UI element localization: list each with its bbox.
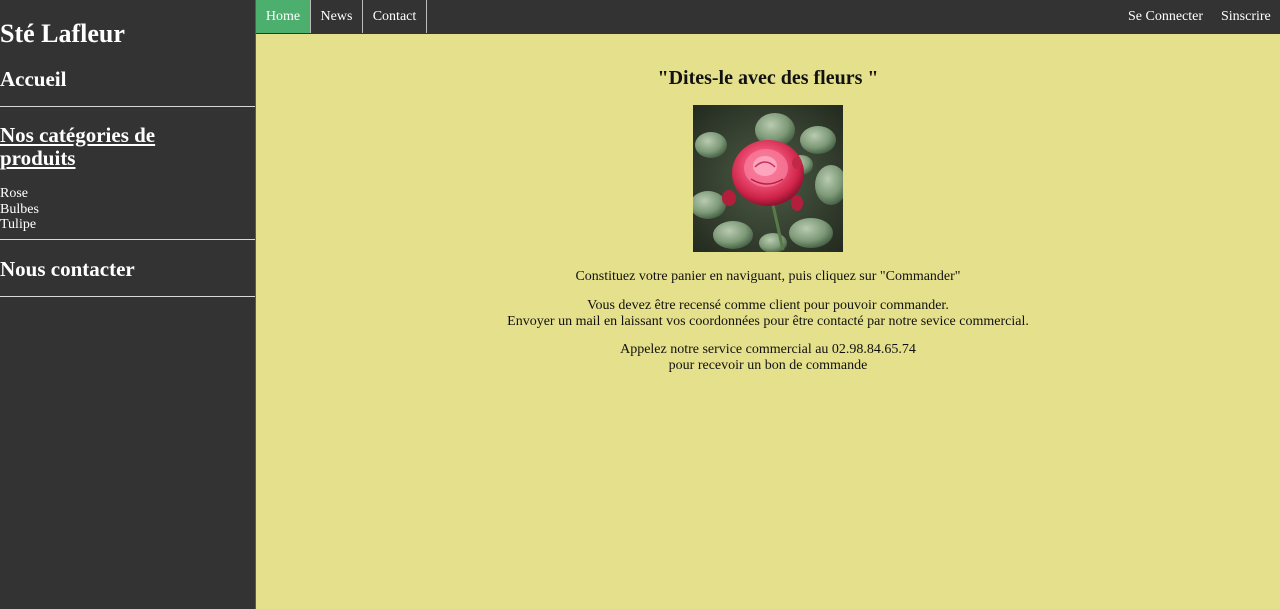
site-title: Sté Lafleur xyxy=(0,19,125,48)
category-item-tulipe[interactable]: Tulipe xyxy=(0,217,39,233)
phone-paragraph: Appelez notre service commercial au 02.9… xyxy=(256,342,1280,374)
sidebar: Sté Lafleur Accueil Nos catégories de pr… xyxy=(0,0,256,609)
categories-heading-link[interactable]: Nos catégories de produits xyxy=(0,124,200,170)
top-navbar: Home News Contact Se Connecter Sinscrire xyxy=(256,0,1280,34)
sidebar-item-home[interactable]: Accueil xyxy=(0,66,66,92)
slogan-heading: "Dites-le avec des fleurs " xyxy=(657,67,879,89)
intro-paragraph: Constituez votre panier en naviguant, pu… xyxy=(575,269,961,284)
tab-contact[interactable]: Contact xyxy=(363,0,427,33)
divider xyxy=(0,106,255,107)
divider xyxy=(0,239,255,240)
client-info-paragraph: Vous devez être recensé comme client pou… xyxy=(256,298,1280,330)
category-list: Rose Bulbes Tulipe xyxy=(0,186,39,233)
category-item-rose[interactable]: Rose xyxy=(0,186,39,202)
client-info-line-1: Vous devez être recensé comme client pou… xyxy=(587,298,949,313)
client-info-line-2: Envoyer un mail en laissant vos coordonn… xyxy=(507,314,1029,329)
divider xyxy=(0,296,255,297)
rose-image xyxy=(693,105,843,252)
phone-line-2: pour recevoir un bon de commande xyxy=(668,358,868,373)
tab-news[interactable]: News xyxy=(311,0,363,33)
login-link[interactable]: Se Connecter xyxy=(1128,0,1203,33)
tab-home[interactable]: Home xyxy=(256,0,311,33)
category-item-bulbes[interactable]: Bulbes xyxy=(0,202,39,218)
sidebar-item-contact[interactable]: Nous contacter xyxy=(0,256,135,282)
signup-link[interactable]: Sinscrire xyxy=(1221,0,1271,33)
main-content: "Dites-le avec des fleurs " Constituez v… xyxy=(256,34,1280,609)
phone-line-1: Appelez notre service commercial au 02.9… xyxy=(620,342,916,357)
